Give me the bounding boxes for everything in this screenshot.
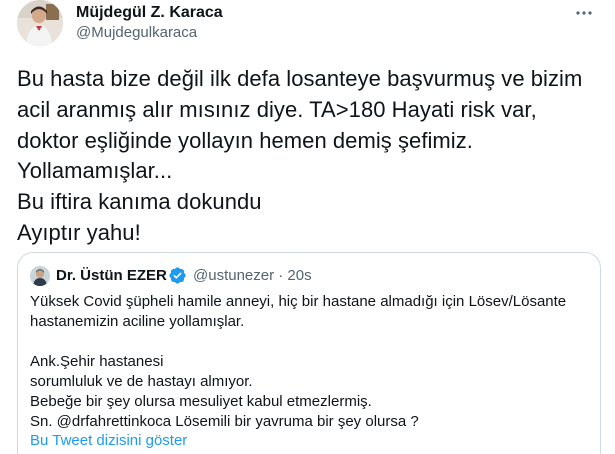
quoted-text-line: Sn. @drfahrettinkoca Lösemili bir yavrum… xyxy=(30,413,419,430)
profile-photo-icon xyxy=(17,0,63,46)
quoted-author-display-name[interactable]: Dr. Üstün EZER xyxy=(56,267,167,284)
author-handle[interactable]: @Mujdegulkaraca xyxy=(76,24,197,41)
tweet-card: Müjdegül Z. Karaca @Mujdegulkaraca Bu ha… xyxy=(0,0,615,454)
tweet-text-line: Yollamamışlar... xyxy=(17,158,173,184)
tweet-text-line: Bu iftira kanıma dokundu xyxy=(17,189,262,215)
tweet-text-line: doktor eşliğinde yollayın hemen demiş şe… xyxy=(17,127,473,153)
quoted-author-handle-time[interactable]: @ustunezer · 20s xyxy=(193,267,312,284)
quoted-text-line: Yüksek Covid şüpheli hamile anneyi, hiç … xyxy=(30,293,567,310)
quoted-text-line: Ank.Şehir hastanesi xyxy=(30,353,164,370)
quoted-text-line: sorumluluk ve de hastayı almıyor. xyxy=(30,373,253,390)
author-avatar[interactable] xyxy=(17,0,63,46)
quoted-tweet-text: Yüksek Covid şüpheli hamile anneyi, hiç … xyxy=(30,292,590,432)
tweet-text-line: Ayıptır yahu! xyxy=(17,219,141,245)
quoted-text-line xyxy=(30,332,590,352)
quoted-text-line: Bebeğe bir şey olursa mesuliyet kabul et… xyxy=(30,393,372,410)
tweet-text: Bu hasta bize değil ilk defa losanteye b… xyxy=(17,64,602,249)
tweet-text-line: Bu hasta bize değil ilk defa losanteye b… xyxy=(17,66,583,91)
profile-photo-icon xyxy=(30,266,50,286)
show-thread-link[interactable]: Bu Tweet dizisini göster xyxy=(30,432,187,449)
quoted-text-line: hastanemizin aciline yollamışlar. xyxy=(30,313,245,330)
quoted-author-avatar[interactable] xyxy=(30,266,50,286)
quoted-tweet[interactable]: Dr. Üstün EZER @ustunezer · 20s Yüksek C… xyxy=(17,252,601,454)
author-display-name[interactable]: Müjdegül Z. Karaca xyxy=(76,4,223,22)
verified-badge-icon xyxy=(168,266,187,285)
more-options-icon[interactable] xyxy=(570,3,598,23)
tweet-text-line: acil aranmış alır mısınız diye. TA>180 H… xyxy=(17,96,537,122)
